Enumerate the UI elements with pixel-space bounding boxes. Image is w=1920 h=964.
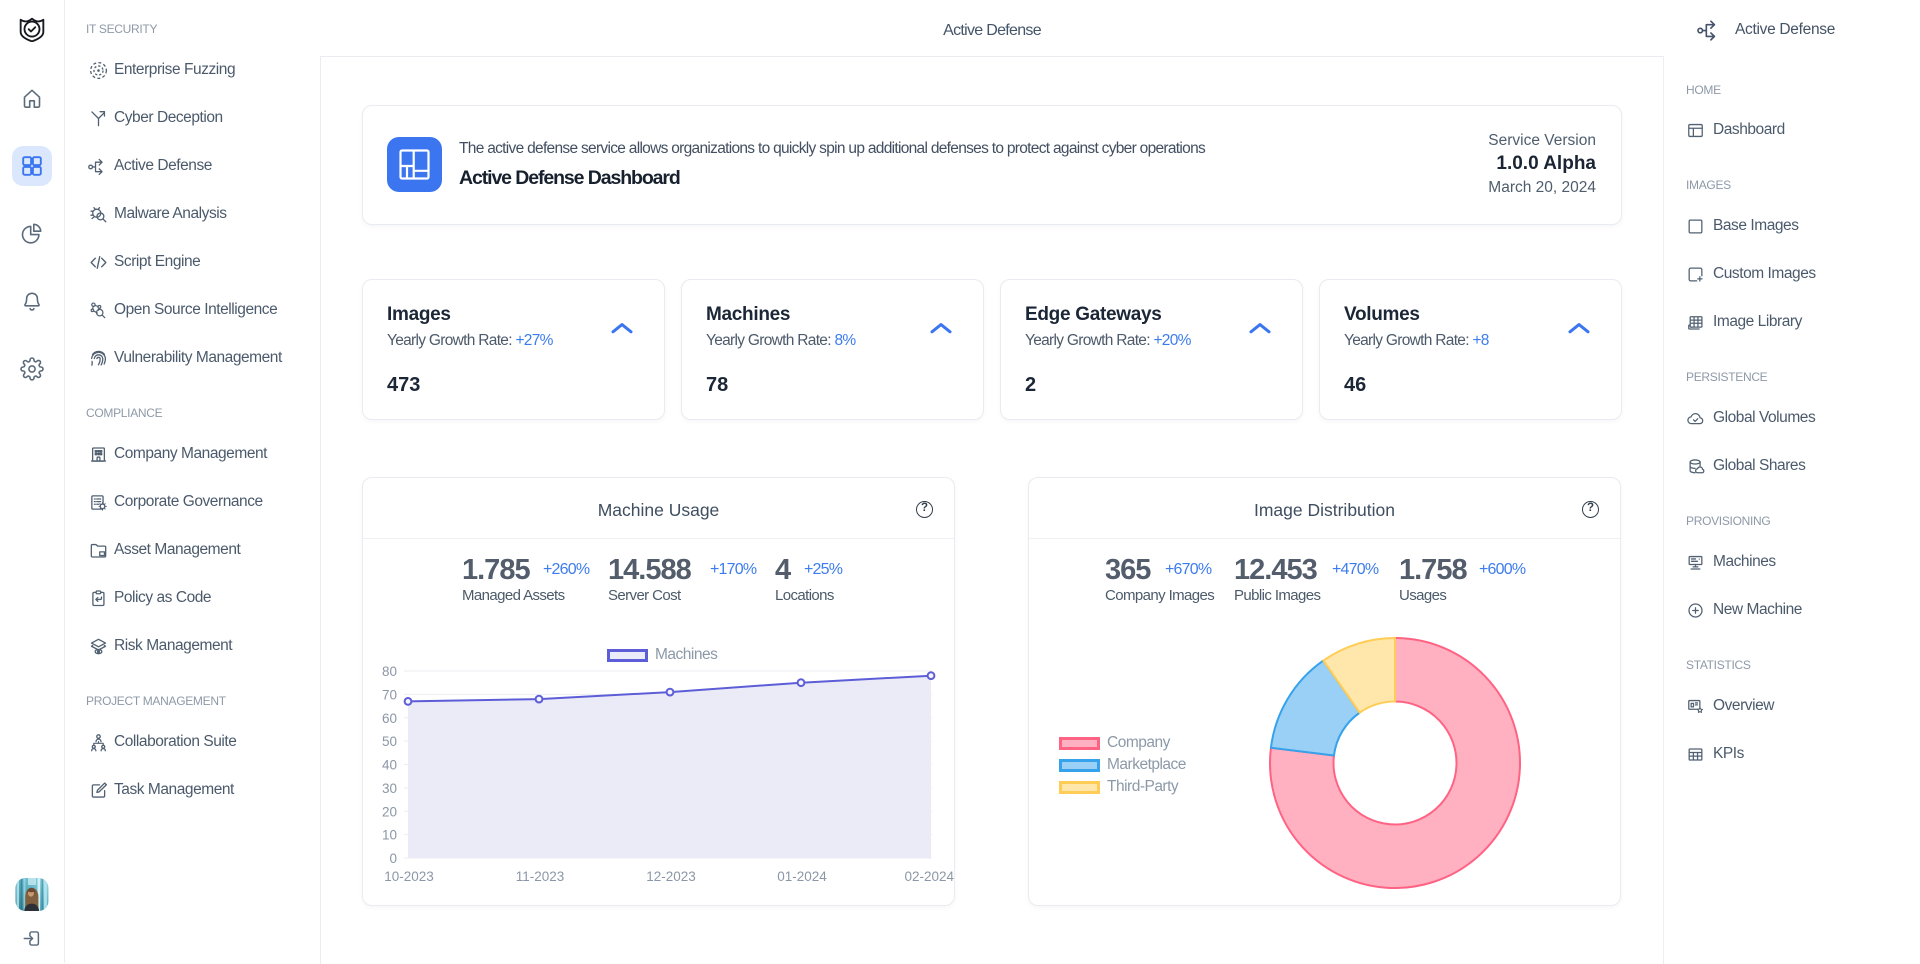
svg-text:01-2024: 01-2024 (777, 869, 827, 884)
svg-text:12-2023: 12-2023 (646, 869, 696, 884)
svg-text:70: 70 (382, 687, 397, 702)
svg-text:0: 0 (389, 851, 397, 866)
svg-text:20: 20 (382, 804, 397, 819)
svg-text:02-2024: 02-2024 (904, 869, 954, 884)
svg-text:10-2023: 10-2023 (384, 869, 434, 884)
svg-text:50: 50 (382, 734, 397, 749)
svg-text:60: 60 (382, 711, 397, 726)
svg-text:30: 30 (382, 781, 397, 796)
svg-text:10: 10 (382, 828, 397, 843)
svg-text:80: 80 (382, 664, 397, 679)
svg-text:40: 40 (382, 758, 397, 773)
svg-text:11-2023: 11-2023 (516, 869, 565, 884)
